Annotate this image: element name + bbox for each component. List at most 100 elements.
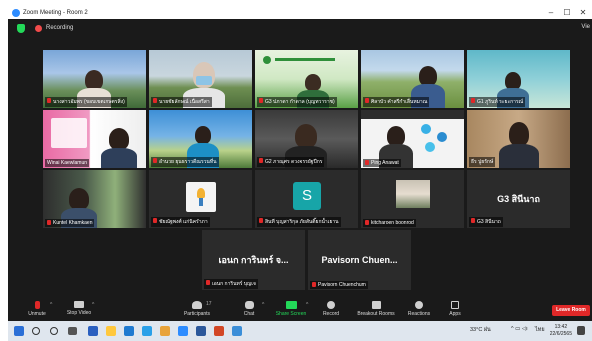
diagram-node <box>421 124 431 134</box>
chrome-icon[interactable] <box>160 326 170 336</box>
participant-name: Kuntel Khamkaen <box>45 219 95 227</box>
participant-name: นางสาวอัมพร (ขอบเขตเกษตรสิ่ง) <box>45 97 127 107</box>
chevron-up-icon[interactable]: ^ <box>50 302 52 308</box>
video-tile[interactable]: Pavisorn Chuen... Pavisorn Chuenchum <box>308 230 411 290</box>
chevron-up-icon[interactable]: ^ <box>262 302 264 308</box>
cortana-icon[interactable] <box>50 327 58 335</box>
participants-count: 17 <box>206 301 212 307</box>
participant-head <box>195 126 211 144</box>
participant-name: Winai Kaewlamun <box>45 159 90 167</box>
video-camera-icon <box>74 301 84 308</box>
participant-head <box>69 188 89 210</box>
participant-name-text: นางสาวอัมพร (ขอบเขตเกษตรสิ่ง) <box>53 99 125 105</box>
mic-muted-icon <box>153 158 157 163</box>
video-tile[interactable]: อำนวย ยุนธราวดีณรวนที่น <box>149 110 252 168</box>
participant-name: G3 ปภาดา กำดาล (บุญทวาราช) <box>257 97 337 107</box>
zoom-window: Zoom Meeting - Room 2 – ☐ ✕ Recording Vi… <box>0 0 592 341</box>
face-mask <box>196 76 212 85</box>
participant-body <box>499 144 539 168</box>
stop-video-button[interactable]: Stop Video ^ <box>54 301 104 316</box>
zoom-logo-icon <box>12 9 20 17</box>
video-tile[interactable]: ศิลาบัว คำสรีกำเลื่นหมาณ <box>361 50 464 108</box>
participant-head <box>295 124 317 148</box>
notification-icon[interactable] <box>577 326 585 335</box>
powerpoint-icon[interactable] <box>214 326 224 336</box>
avatar: S <box>293 182 321 210</box>
mail-icon[interactable] <box>88 326 98 336</box>
participant-name: อำนวย ยุนธราวดีณรวนที่น <box>151 157 219 167</box>
participant-name-text: ชัยณัฐพงศ์ แก่นิครำภา <box>159 219 208 225</box>
mic-muted-icon <box>47 98 51 103</box>
participant-name-text: เอนก การินทร์ บุญเจ <box>212 281 256 287</box>
participant-name: Pavisorn Chuenchum <box>310 281 368 289</box>
system-tray-icons[interactable]: ^ ▭ ◁ı <box>511 326 528 332</box>
participant-name: kitcharoen boonrod <box>363 219 416 227</box>
participant-name-text: อำนวย ยุนธราวดีณรวนที่น <box>159 159 217 165</box>
video-tile[interactable]: S สินที บุญสาริกุล ภัยสันติ๊ยกน้ำเยาน <box>255 170 358 228</box>
taskbar-clock[interactable]: 13:42 22/6/2565 <box>550 324 572 338</box>
file-explorer-icon[interactable] <box>106 326 116 336</box>
mic-muted-icon <box>312 282 316 287</box>
video-tile[interactable]: เอนก การินทร์ จ... เอนก การินทร์ บุญเจ <box>202 230 305 290</box>
video-tile[interactable]: ชัยณัฐพงศ์ แก่นิครำภา <box>149 170 252 228</box>
participant-head <box>419 66 437 86</box>
view-button[interactable]: Vie <box>581 24 590 30</box>
video-tile[interactable]: G3 ปภาดา กำดาล (บุญทวาราช) <box>255 50 358 108</box>
video-tile[interactable]: นายชัยลักษณ์ เนื่อสรีสา <box>149 50 252 108</box>
participants-button[interactable]: Participants 17 <box>172 301 222 317</box>
video-tile[interactable]: G2 ภาณุศร ดวงจรรยัฐปีกร <box>255 110 358 168</box>
task-view-icon[interactable] <box>68 327 77 335</box>
weather-widget[interactable]: 33°C ฝน <box>470 326 491 334</box>
zoom-taskbar-icon[interactable] <box>178 326 188 336</box>
video-tile[interactable]: Ping Anawat <box>361 110 464 168</box>
edge-icon[interactable] <box>142 326 152 336</box>
security-shield-icon[interactable] <box>17 24 25 33</box>
video-tile[interactable]: Kuntel Khamkaen <box>43 170 146 228</box>
record-icon <box>327 301 335 309</box>
diagram-node <box>425 142 435 152</box>
mic-muted-icon <box>259 98 263 103</box>
participant-head <box>387 126 405 146</box>
participant-name-text: ศิลาบัว คำสรีกำเลื่นหมาณ <box>371 99 428 105</box>
participant-name-text: G3 ปภาดา กำดาล (บุญทวาราช) <box>265 99 335 105</box>
minimize-button[interactable]: – <box>544 8 558 17</box>
app-icon[interactable] <box>232 326 242 336</box>
video-tile-active-speaker[interactable]: ธีร ปูยรักษ์ <box>467 110 570 168</box>
participant-name: Ping Anawat <box>363 159 401 167</box>
word-icon[interactable] <box>196 326 206 336</box>
participant-name-text: Pavisorn Chuenchum <box>318 282 366 288</box>
diagram-node <box>437 132 447 142</box>
chevron-up-icon[interactable]: ^ <box>92 302 94 308</box>
mic-muted-icon <box>471 218 475 223</box>
chat-bubble-icon <box>244 301 254 309</box>
record-label: Record <box>322 311 340 317</box>
leave-room-button[interactable]: Leave Room <box>552 305 590 316</box>
video-tile[interactable]: G3 สินีนาถ G3 สินีนาถ <box>467 170 570 228</box>
video-tile[interactable]: นางสาวอัมพร (ขอบเขตเกษตรสิ่ง) <box>43 50 146 108</box>
reactions-label: Reactions <box>407 311 431 317</box>
video-tile[interactable]: G1 ภูรินท์ ระยะการณ์ <box>467 50 570 108</box>
participant-name-text: Kuntel Khamkaen <box>53 220 93 226</box>
meeting-area: Recording Vie นางสาวอัมพร (ขอบเขตเกษตรสิ… <box>8 19 592 321</box>
store-icon[interactable] <box>124 326 134 336</box>
lightbulb-icon <box>197 188 205 198</box>
recording-label: Recording <box>46 25 74 31</box>
close-button[interactable]: ✕ <box>576 8 590 17</box>
participant-display-name: Pavisorn Chuen... <box>321 255 398 265</box>
language-indicator[interactable]: ไทย <box>535 326 545 334</box>
mic-muted-icon <box>259 158 263 163</box>
participant-name-text: G1 ภูรินท์ ระยะการณ์ <box>477 99 524 105</box>
maximize-button[interactable]: ☐ <box>560 8 574 17</box>
share-screen-label: Share Screen <box>275 311 307 317</box>
search-icon[interactable] <box>32 327 40 335</box>
participant-name: G3 สินีนาถ <box>469 217 503 227</box>
participant-display-name: G3 สินีนาถ <box>497 194 540 204</box>
profile-picture <box>396 180 430 208</box>
windows-start-icon[interactable] <box>14 326 24 336</box>
apps-button[interactable]: Apps <box>430 301 480 317</box>
video-tile[interactable]: kitcharoen boonrod <box>361 170 464 228</box>
video-tile[interactable]: Winai Kaewlamun <box>43 110 146 168</box>
participant-name-text: ธีร ปูยรักษ์ <box>471 159 494 165</box>
participant-display-name: เอนก การินทร์ จ... <box>218 255 289 265</box>
participants-icon <box>192 301 202 309</box>
